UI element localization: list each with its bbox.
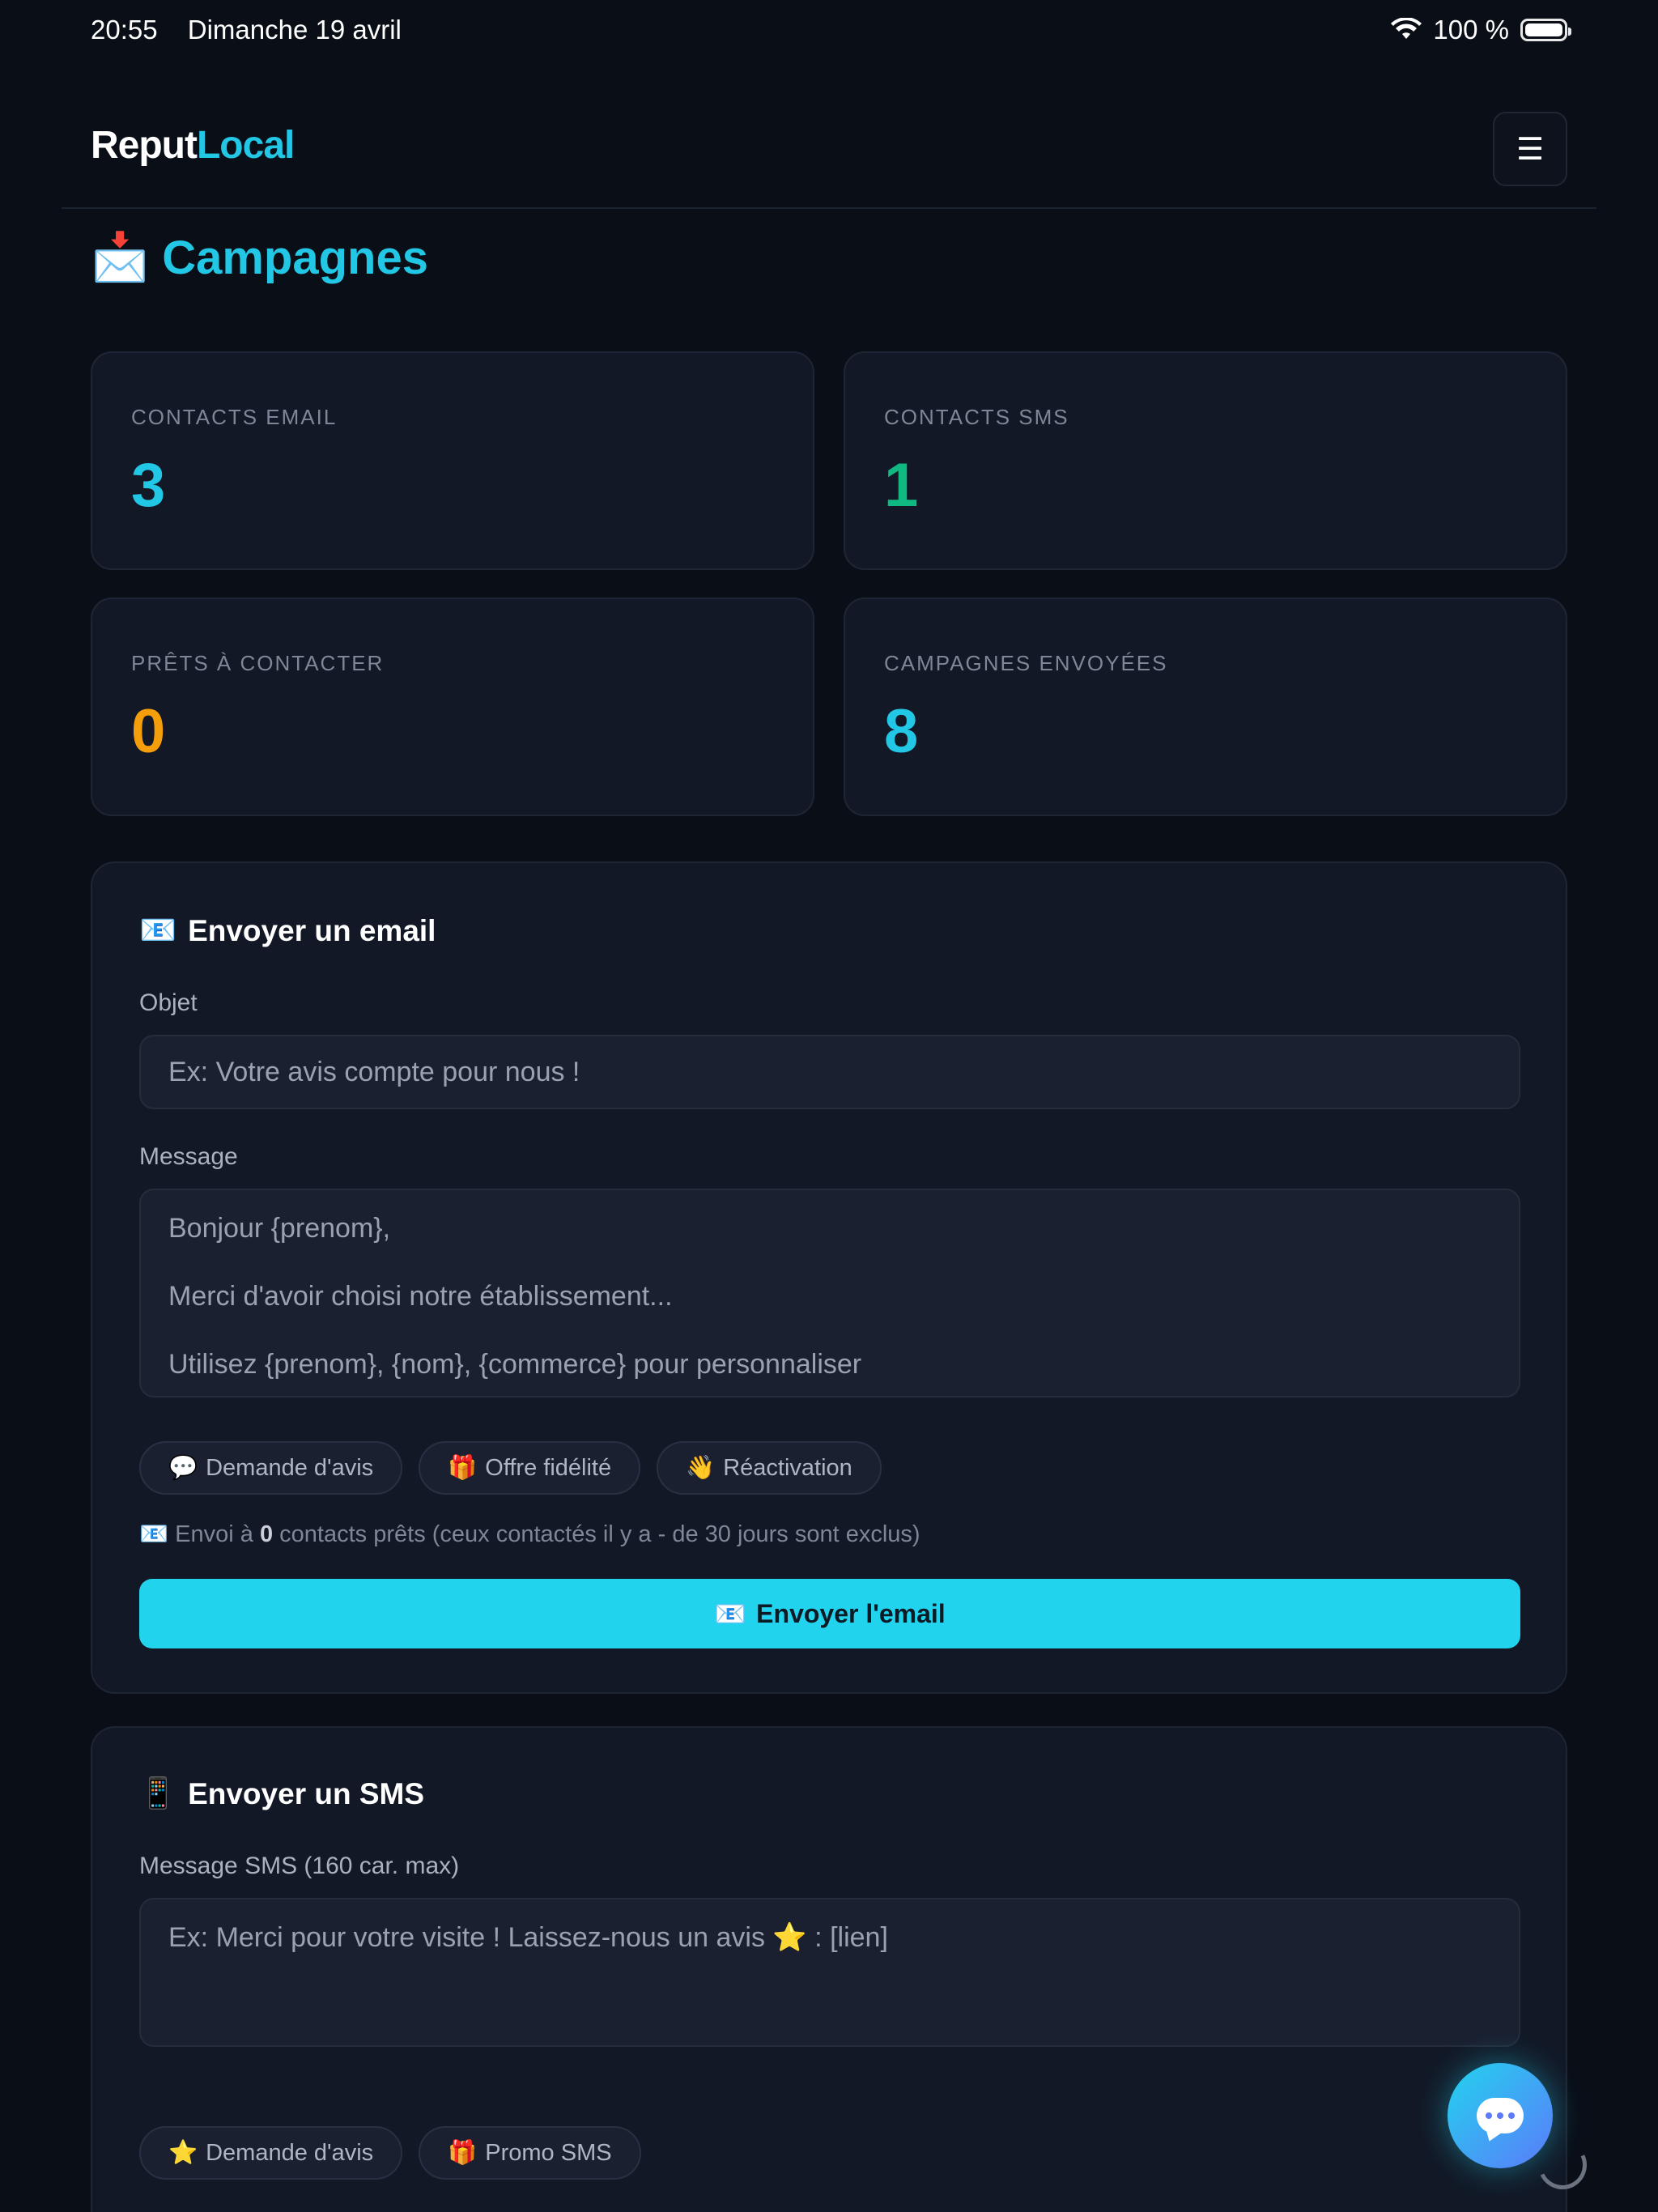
- stat-value: 8: [884, 697, 919, 766]
- sms-template-chip-promo[interactable]: 🎁 Promo SMS: [419, 2126, 641, 2180]
- page-title-text: Campagnes: [162, 231, 428, 284]
- sms-template-chips: ⭐ Demande d'avis 🎁 Promo SMS: [139, 2126, 641, 2180]
- ready-contacts-count: 0: [259, 1521, 274, 1547]
- message-textarea[interactable]: Bonjour {prenom}, Merci d'avoir choisi n…: [139, 1189, 1520, 1397]
- chip-label: Réactivation: [723, 1454, 852, 1481]
- message-label: Message: [139, 1143, 238, 1170]
- speech-bubble-icon: 💬: [168, 1455, 198, 1481]
- sms-card-title-text: Envoyer un SMS: [188, 1776, 425, 1810]
- email-card-title: 📧 Envoyer un email: [139, 913, 436, 948]
- subject-placeholder: Ex: Votre avis compte pour nous !: [168, 1056, 580, 1087]
- status-time: 20:55: [91, 15, 158, 45]
- stat-label: CONTACTS SMS: [884, 405, 1069, 429]
- status-date: Dimanche 19 avril: [187, 15, 402, 45]
- stat-label: PRÊTS À CONTACTER: [131, 651, 385, 675]
- app-header: ReputLocal ☰: [62, 104, 1596, 209]
- email-campaign-card: 📧 Envoyer un email Objet Ex: Votre avis …: [91, 861, 1567, 1694]
- stat-value: 3: [131, 451, 166, 520]
- menu-button[interactable]: ☰: [1493, 112, 1567, 186]
- subject-input[interactable]: Ex: Votre avis compte pour nous !: [139, 1035, 1520, 1109]
- chip-label: Promo SMS: [485, 2139, 612, 2166]
- sms-message-label: Message SMS (160 car. max): [139, 1853, 460, 1879]
- stat-label: CONTACTS EMAIL: [131, 405, 338, 429]
- chip-label: Demande d'avis: [206, 2139, 374, 2166]
- template-chip-review-request[interactable]: 💬 Demande d'avis: [139, 1441, 403, 1495]
- message-placeholder-line: Merci d'avoir choisi notre établissement…: [168, 1281, 673, 1312]
- stat-card-sms-contacts: CONTACTS SMS 1: [844, 351, 1567, 570]
- note-prefix: Envoi à: [175, 1521, 253, 1547]
- subject-label: Objet: [139, 989, 198, 1016]
- email-card-title-text: Envoyer un email: [188, 913, 436, 947]
- inbox-tray-icon: 📩: [91, 231, 150, 283]
- email-send-note: 📧 Envoi à 0 contacts prêts (ceux contact…: [139, 1521, 920, 1548]
- waving-hand-icon: 👋: [686, 1455, 716, 1481]
- star-icon: ⭐: [168, 2140, 198, 2166]
- mobile-phone-icon: 📱: [139, 1776, 177, 1810]
- sms-template-chip-review-request[interactable]: ⭐ Demande d'avis: [139, 2126, 403, 2180]
- logo-text-local: Local: [196, 124, 295, 167]
- email-icon: 📧: [714, 1599, 747, 1628]
- chat-bubble-icon: [1477, 2098, 1524, 2133]
- stat-value: 0: [131, 697, 166, 766]
- sms-message-textarea[interactable]: Ex: Merci pour votre visite ! Laissez-no…: [139, 1898, 1520, 2047]
- email-icon: 📧: [139, 1521, 169, 1547]
- send-email-label: Envoyer l'email: [756, 1598, 946, 1628]
- stat-card-email-contacts: CONTACTS EMAIL 3: [91, 351, 814, 570]
- sms-campaign-card: 📱 Envoyer un SMS Message SMS (160 car. m…: [91, 1726, 1567, 2212]
- hamburger-icon: ☰: [1516, 132, 1545, 167]
- wifi-icon: [1391, 18, 1422, 39]
- chip-label: Offre fidélité: [485, 1454, 612, 1481]
- sms-card-title: 📱 Envoyer un SMS: [139, 1776, 424, 1811]
- campaigns-page: 20:55 Dimanche 19 avril 100 % ReputLocal…: [0, 0, 1658, 2212]
- logo-text-reput: Reput: [91, 124, 198, 167]
- template-chip-reactivation[interactable]: 👋 Réactivation: [657, 1441, 882, 1495]
- stat-label: CAMPAGNES ENVOYÉES: [884, 651, 1168, 675]
- stat-card-campaigns-sent: CAMPAGNES ENVOYÉES 8: [844, 598, 1567, 816]
- message-placeholder-line: Utilisez {prenom}, {nom}, {commerce} pou…: [168, 1349, 862, 1380]
- note-suffix: contacts prêts (ceux contactés il y a - …: [279, 1521, 920, 1547]
- page-title: 📩 Campagnes: [91, 230, 428, 285]
- logo[interactable]: ReputLocal: [91, 123, 295, 168]
- gift-icon: 🎁: [448, 1455, 478, 1481]
- chat-fab-button[interactable]: [1448, 2063, 1553, 2168]
- email-icon: 📧: [139, 913, 177, 946]
- sms-message-placeholder: Ex: Merci pour votre visite ! Laissez-no…: [168, 1922, 888, 1953]
- email-template-chips: 💬 Demande d'avis 🎁 Offre fidélité 👋 Réac…: [139, 1441, 882, 1495]
- stat-card-ready-to-contact: PRÊTS À CONTACTER 0: [91, 598, 814, 816]
- gift-icon: 🎁: [448, 2140, 478, 2166]
- battery-icon: [1520, 19, 1571, 41]
- send-email-button[interactable]: 📧 Envoyer l'email: [139, 1579, 1520, 1648]
- battery-percent: 100 %: [1433, 15, 1509, 45]
- message-placeholder-line: Bonjour {prenom},: [168, 1213, 391, 1244]
- stat-value: 1: [884, 451, 919, 520]
- template-chip-loyalty-offer[interactable]: 🎁 Offre fidélité: [419, 1441, 641, 1495]
- chip-label: Demande d'avis: [206, 1454, 374, 1481]
- status-bar: 20:55 Dimanche 19 avril 100 %: [0, 0, 1658, 60]
